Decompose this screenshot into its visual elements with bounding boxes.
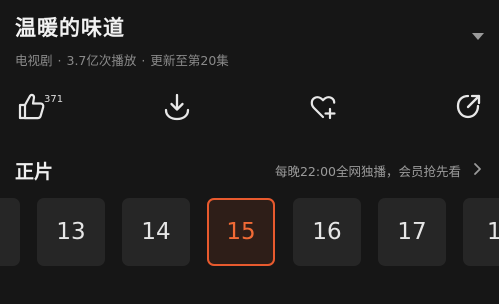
episode-tile[interactable]: 14 bbox=[122, 198, 190, 266]
episode-tile-selected[interactable]: 15 bbox=[207, 198, 275, 266]
share-icon bbox=[456, 94, 481, 119]
episode-tile[interactable]: 13 bbox=[37, 198, 105, 266]
category-label: 电视剧 bbox=[15, 53, 53, 68]
section-title: 正片 bbox=[15, 161, 54, 183]
share-button[interactable] bbox=[452, 90, 486, 124]
expand-arrow-icon[interactable] bbox=[472, 33, 484, 40]
download-button[interactable] bbox=[160, 90, 194, 124]
follow-button[interactable] bbox=[306, 90, 340, 124]
like-count: 371 bbox=[44, 94, 64, 105]
update-status: 更新至第20集 bbox=[150, 53, 229, 68]
download-icon bbox=[164, 93, 190, 121]
play-count: 3.7亿次播放 bbox=[66, 53, 137, 68]
show-meta: 电视剧 · 3.7亿次播放 · 更新至第20集 bbox=[15, 50, 229, 69]
episode-tile[interactable]: 17 bbox=[378, 198, 446, 266]
episode-tile[interactable]: 16 bbox=[293, 198, 361, 266]
heart-add-icon bbox=[310, 96, 336, 120]
episode-tile[interactable] bbox=[0, 198, 20, 266]
separator-dot: · bbox=[57, 53, 62, 68]
show-title: 温暖的味道 bbox=[15, 16, 125, 40]
schedule-notice[interactable]: 每晚22:00全网独播，会员抢先看 bbox=[275, 161, 461, 180]
action-bar bbox=[0, 90, 499, 130]
episode-tile[interactable]: 1 bbox=[463, 198, 499, 266]
separator-dot: · bbox=[141, 53, 146, 68]
chevron-right-icon[interactable] bbox=[471, 161, 485, 177]
episode-list: 13 14 15 16 17 1 bbox=[0, 196, 499, 272]
